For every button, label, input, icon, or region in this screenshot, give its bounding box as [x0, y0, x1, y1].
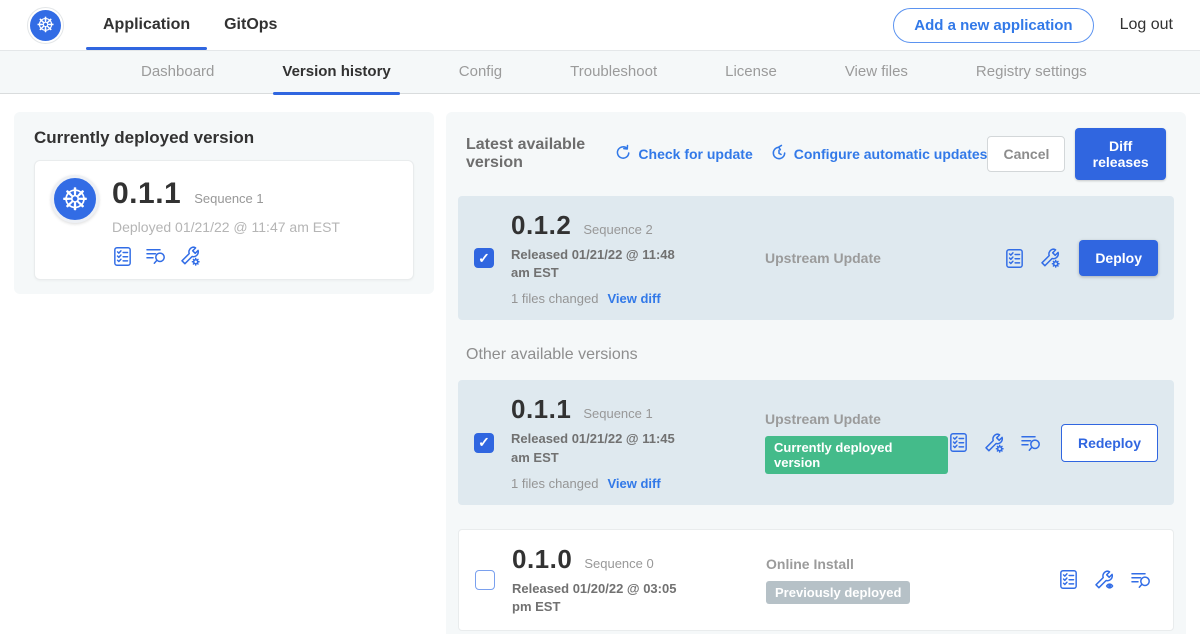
- checklist-icon[interactable]: [112, 246, 133, 267]
- configure-automatic-updates-link[interactable]: Configure automatic updates: [770, 144, 988, 165]
- add-application-button[interactable]: Add a new application: [893, 8, 1093, 43]
- subnav-tab-view-files[interactable]: View files: [842, 50, 911, 94]
- subnav-tab-version-history[interactable]: Version history: [279, 50, 393, 94]
- subnav-tab-license[interactable]: License: [722, 50, 780, 94]
- deployed-timestamp: Deployed 01/21/22 @ 11:47 am EST: [112, 219, 340, 235]
- view-diff-link[interactable]: View diff: [607, 291, 660, 306]
- cancel-button[interactable]: Cancel: [987, 136, 1065, 172]
- wrench-gear-icon[interactable]: [983, 432, 1005, 454]
- check-for-update-link[interactable]: Check for update: [614, 144, 752, 165]
- previously-deployed-badge: Previously deployed: [766, 581, 910, 604]
- subnav-tab-troubleshoot[interactable]: Troubleshoot: [567, 50, 660, 94]
- version-row-0-1-2: 0.1.2 Sequence 2 Released 01/21/22 @ 11:…: [458, 196, 1174, 320]
- version-source: Upstream Update: [765, 411, 948, 427]
- version-number: 0.1.2: [511, 210, 571, 241]
- logout-button[interactable]: Log out: [1120, 16, 1173, 34]
- diff-releases-button[interactable]: Diff releases: [1075, 128, 1166, 180]
- refresh-icon: [614, 144, 632, 165]
- tab-application[interactable]: Application: [86, 0, 207, 50]
- deployed-panel-title: Currently deployed version: [34, 128, 414, 148]
- version-source: Online Install: [766, 556, 1058, 572]
- checklist-icon[interactable]: [1058, 569, 1079, 590]
- version-source: Upstream Update: [765, 250, 1004, 266]
- version-checkbox[interactable]: [474, 248, 494, 268]
- subnav-tab-dashboard[interactable]: Dashboard: [138, 50, 217, 94]
- version-number: 0.1.1: [511, 394, 571, 425]
- currently-deployed-badge: Currently deployed version: [765, 436, 948, 474]
- deployed-version-number: 0.1.1: [112, 177, 181, 211]
- version-checkbox[interactable]: [475, 570, 495, 590]
- redeploy-button[interactable]: Redeploy: [1061, 424, 1158, 462]
- kubernetes-logo: ☸: [27, 7, 64, 44]
- version-sequence: Sequence 2: [583, 222, 652, 237]
- logs-search-icon[interactable]: [144, 246, 168, 266]
- version-checkbox[interactable]: [474, 433, 494, 453]
- view-diff-link[interactable]: View diff: [607, 476, 660, 491]
- subnav-tab-registry-settings[interactable]: Registry settings: [973, 50, 1090, 94]
- logs-search-icon[interactable]: [1129, 570, 1153, 590]
- released-timestamp: Released 01/20/22 @ 03:05 pm EST: [512, 580, 694, 616]
- version-sequence: Sequence 1: [583, 406, 652, 421]
- schedule-update-icon: [770, 144, 788, 165]
- wrench-eye-icon[interactable]: [1093, 569, 1115, 591]
- version-sequence: Sequence 0: [584, 556, 653, 571]
- logs-search-icon[interactable]: [1019, 433, 1043, 453]
- top-navbar: ☸ Application GitOps Add a new applicati…: [0, 0, 1200, 50]
- version-row-0-1-1: 0.1.1 Sequence 1 Released 01/21/22 @ 11:…: [458, 380, 1174, 504]
- released-timestamp: Released 01/21/22 @ 11:48 am EST: [511, 246, 693, 282]
- tab-gitops[interactable]: GitOps: [207, 0, 294, 50]
- app-subnav: Dashboard Version history Config Trouble…: [0, 50, 1200, 94]
- deploy-button[interactable]: Deploy: [1079, 240, 1158, 276]
- deployed-version-card: ☸ 0.1.1 Sequence 1 Deployed 01/21/22 @ 1…: [34, 160, 414, 280]
- app-logo-kubernetes-icon: ☸: [51, 175, 99, 223]
- deployed-version-sequence: Sequence 1: [194, 191, 263, 206]
- files-changed-label: 1 files changed: [511, 291, 598, 306]
- subnav-tab-config[interactable]: Config: [456, 50, 505, 94]
- nav-right: Add a new application Log out: [893, 8, 1173, 43]
- files-changed-label: 1 files changed: [511, 476, 598, 491]
- latest-version-title: Latest available version: [466, 136, 597, 172]
- wrench-gear-icon[interactable]: [1039, 247, 1061, 269]
- wrench-gear-icon[interactable]: [179, 245, 201, 267]
- currently-deployed-panel: Currently deployed version ☸ 0.1.1 Seque…: [14, 112, 434, 294]
- other-versions-title: Other available versions: [466, 346, 1166, 364]
- kubernetes-wheel-icon: ☸: [30, 10, 61, 41]
- checklist-icon[interactable]: [948, 432, 969, 453]
- checklist-icon[interactable]: [1004, 248, 1025, 269]
- version-number: 0.1.0: [512, 544, 572, 575]
- app-nav-tabs: Application GitOps: [86, 0, 294, 50]
- released-timestamp: Released 01/21/22 @ 11:45 am EST: [511, 430, 693, 466]
- version-row-0-1-0: 0.1.0 Sequence 0 Released 01/20/22 @ 03:…: [458, 529, 1174, 631]
- version-history-panel: Latest available version Check for updat…: [446, 112, 1186, 634]
- main-content: Currently deployed version ☸ 0.1.1 Seque…: [0, 94, 1200, 634]
